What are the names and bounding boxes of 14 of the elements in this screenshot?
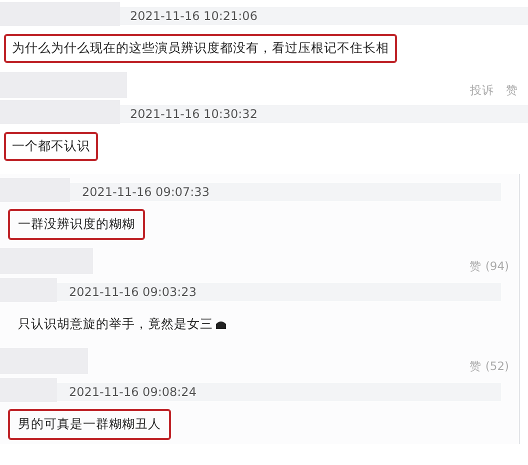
timestamp: 2021-11-16 10:30:32 [130,107,258,121]
comment-text: 一个都不认识 [4,132,98,161]
action-link[interactable]: 赞 [506,83,518,98]
action-link[interactable]: 赞 (52) [470,359,509,374]
timestamp: 2021-11-16 10:21:06 [130,9,258,23]
action-link[interactable]: 投诉 [470,83,494,98]
action-link[interactable]: 赞 (94) [470,259,509,274]
timestamp: 2021-11-16 09:03:23 [69,285,196,299]
timestamp: 2021-11-16 09:08:24 [69,385,196,399]
comment-text: 为什么为什么现在的这些演员辨识度都没有，看过压根记不住长相 [4,34,397,63]
timestamp: 2021-11-16 09:07:33 [82,185,210,199]
comment-text: 一群没辨识度的糊糊 [8,209,145,240]
comment-text: 男的可真是一群糊糊丑人 [8,409,171,440]
comment-text: 只认识胡意旋的举手，竟然是女三 [8,309,237,340]
